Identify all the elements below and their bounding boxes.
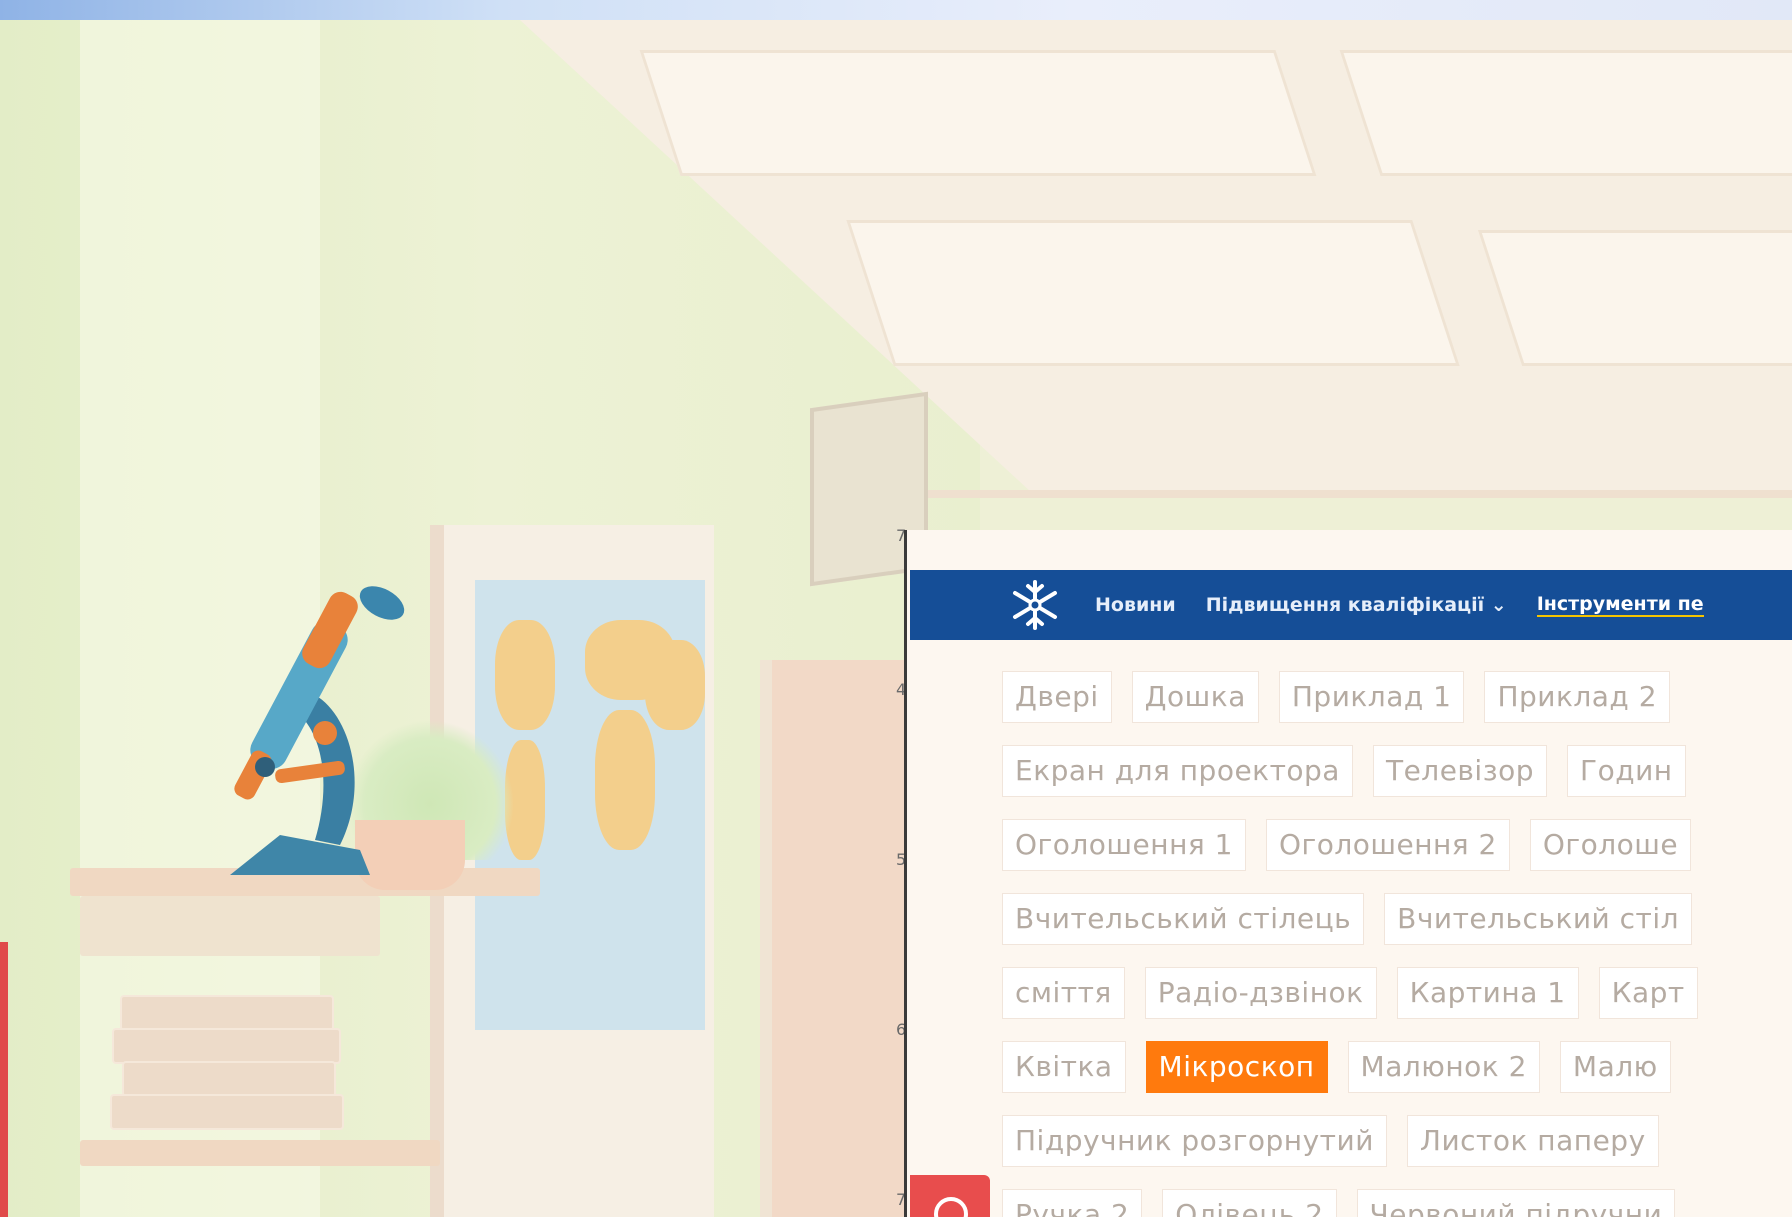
tag-chip[interactable]: Радіо-дзвінок	[1144, 967, 1377, 1019]
tag-row: Квітка Мікроскоп Малюнок 2 Малю	[1002, 1030, 1792, 1104]
tag-chip[interactable]: Приклад 2	[1484, 671, 1671, 723]
top-navigation: Новини Підвищення кваліфікації ⌄ Інструм…	[910, 570, 1792, 640]
tag-chip[interactable]: Ручка 2	[1002, 1189, 1143, 1217]
ceiling-edge	[880, 490, 1792, 498]
tag-chip[interactable]: Малю	[1559, 1041, 1671, 1093]
nav-qualification-dropdown[interactable]: Підвищення кваліфікації ⌄	[1206, 594, 1507, 616]
side-tab[interactable]	[0, 942, 8, 1217]
tag-chip[interactable]: Вчительський стілець	[1002, 893, 1365, 945]
record-button[interactable]	[910, 1175, 990, 1217]
tag-row: Екран для проектора Телевізор Годин	[1002, 734, 1792, 808]
tag-chip[interactable]: Малюнок 2	[1347, 1041, 1540, 1093]
tag-chip[interactable]: Квітка	[1002, 1041, 1126, 1093]
tag-row: Оголошення 1 Оголошення 2 Оголоше	[1002, 808, 1792, 882]
tag-chip[interactable]: Оголошення 2	[1265, 819, 1510, 871]
tag-chip[interactable]: Олівець 2	[1162, 1189, 1337, 1217]
tag-chip[interactable]: Екран для проектора	[1002, 745, 1353, 797]
shelf	[80, 1140, 440, 1166]
object-tag-list: Двері Дошка Приклад 1 Приклад 2 Екран дл…	[1002, 660, 1792, 1217]
shelf-bracket	[80, 896, 380, 956]
tag-chip[interactable]: Дошка	[1131, 671, 1259, 723]
ceiling-panel	[639, 50, 1317, 176]
tag-chip-selected[interactable]: Мікроскоп	[1145, 1041, 1328, 1093]
tag-chip[interactable]: Оголошення 1	[1002, 819, 1246, 871]
tag-chip[interactable]: Червоний підручни	[1356, 1189, 1676, 1217]
ceiling-panel	[1339, 50, 1792, 176]
tag-chip[interactable]: Двері	[1002, 671, 1112, 723]
browser-top-strip	[0, 0, 1792, 20]
tag-row: Підручник розгорнутий Листок паперу	[1002, 1104, 1792, 1178]
tag-row: Ручка 2 Олівець 2 Червоний підручни	[1002, 1178, 1792, 1217]
snowflake-logo-icon[interactable]	[1005, 575, 1065, 635]
nav-news[interactable]: Новини	[1095, 594, 1176, 616]
tag-chip[interactable]: Листок паперу	[1406, 1115, 1659, 1167]
nav-tools[interactable]: Інструменти пе	[1536, 593, 1704, 617]
tag-chip[interactable]: Годин	[1567, 745, 1686, 797]
tag-chip[interactable]: сміття	[1002, 967, 1125, 1019]
ceiling-panel	[846, 220, 1460, 366]
tag-chip[interactable]: Карт	[1598, 967, 1698, 1019]
tag-chip[interactable]: Приклад 1	[1278, 671, 1465, 723]
ceiling-panel	[1477, 230, 1792, 366]
record-icon	[934, 1197, 968, 1217]
tag-row: Вчительський стілець Вчительський стіл	[1002, 882, 1792, 956]
tag-row: Двері Дошка Приклад 1 Приклад 2	[1002, 660, 1792, 734]
microscope-icon	[230, 586, 405, 875]
embedded-screenshot: Новини Підвищення кваліфікації ⌄ Інструм…	[904, 530, 1792, 1217]
tag-row: сміття Радіо-дзвінок Картина 1 Карт	[1002, 956, 1792, 1030]
tag-chip[interactable]: Картина 1	[1396, 967, 1579, 1019]
tag-chip[interactable]: Вчительський стіл	[1384, 893, 1693, 945]
tag-chip[interactable]: Телевізор	[1372, 745, 1547, 797]
tag-chip[interactable]: Підручник розгорнутий	[1002, 1115, 1387, 1167]
tag-chip[interactable]: Оголоше	[1529, 819, 1692, 871]
